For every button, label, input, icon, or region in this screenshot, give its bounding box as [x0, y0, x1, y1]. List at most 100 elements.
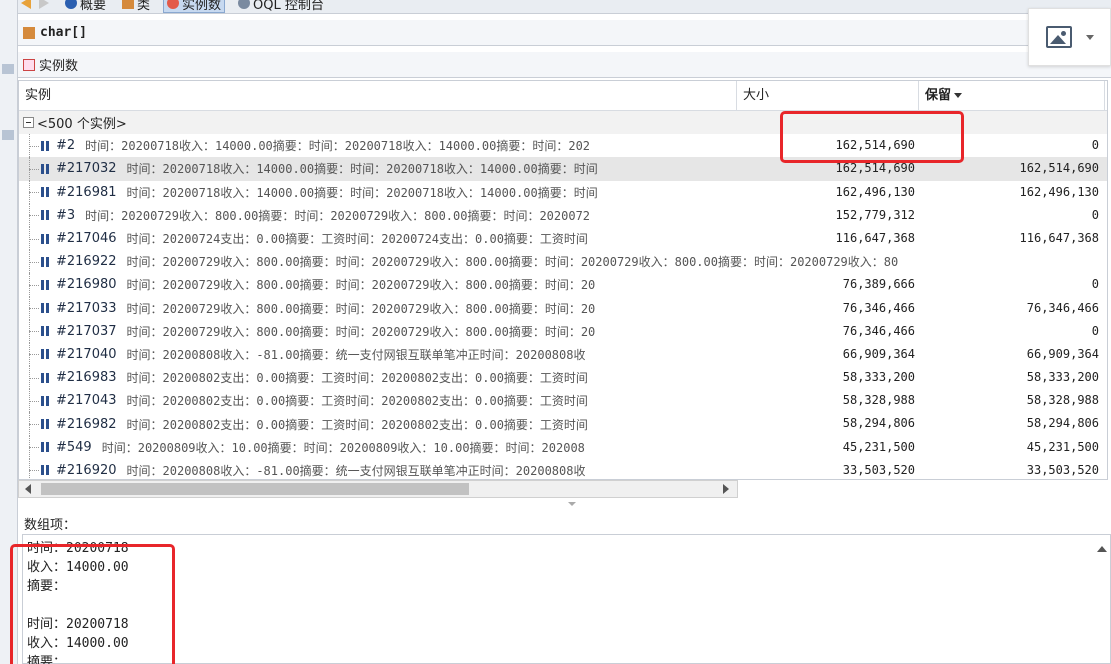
size-cell: 58,294,806	[842, 416, 915, 431]
array-items-text-area[interactable]: 时间：20200718 收入：14000.00 摘要： 时间：20200718 收入：1…	[22, 534, 1111, 664]
table-row[interactable]: #216981 时间：20200718收入：14000.00摘要：时间：20200…	[19, 180, 1107, 204]
instance-id: #217033	[56, 300, 117, 316]
size-cell: 152,779,312	[835, 207, 915, 222]
tab-summary-label: 概要	[80, 0, 107, 13]
instance-cell: #216920 时间：20200808收入：-81.00摘要：统一支付网银互联单笔…	[19, 458, 737, 479]
instance-cell: #216983 时间：20200802支出：0.00摘要：工资时间：2020080…	[19, 366, 737, 390]
class-icon	[23, 26, 35, 39]
instance-value: 时间：20200724支出：0.00摘要：工资时间：20200724支出：0.0…	[126, 232, 588, 247]
instance-cell: #216922 时间：20200729收入：800.00摘要：时间：2020072…	[19, 250, 1107, 274]
array-item-line: 时间：20200718	[27, 617, 129, 632]
tree-connector	[19, 226, 41, 251]
table-row[interactable]: #217032 时间：20200718收入：14000.00摘要：时间：20200…	[19, 157, 1107, 181]
table-row[interactable]: #217040 时间：20200808收入：-81.00摘要：统一支付网银互联单笔…	[19, 342, 1107, 367]
table-row[interactable]: #217037 时间：20200729收入：800.00摘要：时间：2020072…	[19, 319, 1107, 343]
instance-id: #217032	[56, 161, 117, 177]
table-row[interactable]: #216980 时间：20200729收入：800.00摘要：时间：2020072…	[19, 273, 1107, 297]
size-cell: 162,514,690	[835, 161, 915, 176]
table-row[interactable]: #217046 时间：20200724支出：0.00摘要：工资时间：2020072…	[19, 226, 1107, 251]
retained-cell: 58,328,988	[1026, 393, 1099, 408]
retained-cell: 33,503,520	[1026, 462, 1099, 477]
back-button[interactable]	[18, 0, 34, 13]
instance-icon	[41, 279, 53, 290]
table-header: 实例 大小 保留	[19, 81, 1107, 111]
table-row[interactable]: #217033 时间：20200729收入：800.00摘要：时间：2020072…	[19, 296, 1107, 320]
size-cell: 58,328,988	[842, 393, 915, 408]
instance-cell: #217037 时间：20200729收入：800.00摘要：时间：2020072…	[19, 319, 737, 343]
table-row[interactable]: #216983 时间：20200802支出：0.00摘要：工资时间：2020080…	[19, 366, 1107, 390]
retained-cell: 66,909,364	[1026, 346, 1099, 361]
table-row[interactable]: #216920 时间：20200808收入：-81.00摘要：统一支付网银互联单笔…	[19, 458, 1107, 479]
class-title: char[]	[40, 25, 87, 40]
instance-value: 时间：20200729收入：800.00摘要：时间：20200729收入：800…	[126, 278, 596, 293]
tab-classes[interactable]: 类	[119, 0, 153, 13]
tree-connector	[19, 296, 41, 320]
instance-value: 时间：20200729收入：800.00摘要：时间：20200729收入：800…	[85, 208, 591, 223]
instances-section-icon	[23, 58, 35, 71]
image-insert-button[interactable]	[1028, 8, 1111, 66]
table-row[interactable]: #3 时间：20200729收入：800.00摘要：时间：20200729收入：8…	[19, 203, 1107, 227]
retained-cell: 0	[1091, 138, 1099, 153]
column-header-size[interactable]: 大小	[737, 81, 919, 111]
instance-icon	[41, 303, 53, 314]
retained-cell: 116,647,368	[1019, 230, 1099, 245]
instance-id: #3	[56, 207, 76, 223]
scroll-up-icon[interactable]	[1097, 546, 1107, 552]
chevron-down-icon[interactable]	[1085, 34, 1094, 40]
instance-group-row[interactable]: <500 个实例>	[19, 111, 1107, 135]
section-title: 实例数	[39, 59, 79, 74]
retained-cell: 0	[1091, 323, 1099, 338]
scroll-right-icon[interactable]	[723, 484, 729, 494]
instance-cell: #2 时间：20200718收入：14000.00摘要：时间：20200718收入…	[19, 134, 737, 158]
instance-icon	[41, 233, 53, 244]
instance-icon	[41, 326, 53, 337]
array-item-line: 时间：20200718	[27, 541, 129, 556]
instance-icon	[41, 419, 53, 430]
array-item-line: 收入：14000.00	[27, 560, 129, 575]
size-cell: 45,231,500	[842, 439, 915, 454]
table-row[interactable]: #2 时间：20200718收入：14000.00摘要：时间：20200718收入…	[19, 134, 1107, 158]
table-row[interactable]: #549 时间：20200809收入：10.00摘要：时间：20200809收入：…	[19, 435, 1107, 459]
size-cell: 76,346,466	[842, 323, 915, 338]
instance-id: #216981	[56, 184, 117, 200]
splitter-handle-icon[interactable]	[568, 502, 576, 506]
column-header-instance[interactable]: 实例	[19, 81, 737, 111]
instance-value: 时间：20200809收入：10.00摘要：时间：20200809收入：10.0…	[101, 440, 585, 455]
size-cell: 66,909,364	[842, 346, 915, 361]
instance-value: 时间：20200808收入：-81.00摘要：统一支付网银互联单笔冲正时间：20…	[126, 347, 586, 362]
scroll-left-icon[interactable]	[25, 484, 31, 494]
instance-cell: #217032 时间：20200718收入：14000.00摘要：时间：20200…	[19, 157, 737, 181]
tree-connector	[19, 134, 41, 158]
size-cell: 58,333,200	[842, 370, 915, 385]
column-header-retained[interactable]: 保留	[919, 81, 1105, 111]
instances-section-header[interactable]: 实例数	[18, 52, 1111, 78]
instances-icon	[167, 0, 180, 9]
tab-summary[interactable]: 概要	[62, 0, 109, 13]
table-row[interactable]: #217043 时间：20200802支出：0.00摘要：工资时间：2020080…	[19, 389, 1107, 413]
tree-connector	[19, 366, 41, 390]
retained-cell: 162,496,130	[1019, 184, 1099, 199]
instance-value: 时间：20200802支出：0.00摘要：工资时间：20200802支出：0.0…	[126, 371, 588, 386]
instance-id: #2	[56, 138, 76, 154]
retained-cell: 58,294,806	[1026, 416, 1099, 431]
toolbar: 概要 类 实例数 OQL 控制台	[18, 0, 1111, 14]
array-items-label: 数组项：	[24, 518, 77, 533]
collapse-icon[interactable]	[23, 117, 34, 129]
instance-cell: #217040 时间：20200808收入：-81.00摘要：统一支付网银互联单笔…	[19, 342, 737, 367]
size-cell: 76,346,466	[842, 300, 915, 315]
scrollbar-thumb[interactable]	[41, 483, 469, 495]
table-row[interactable]: #216982 时间：20200802支出：0.00摘要：工资时间：2020080…	[19, 412, 1107, 436]
horizontal-scrollbar[interactable]	[18, 480, 738, 498]
image-icon	[1045, 26, 1072, 48]
forward-button[interactable]	[36, 0, 52, 13]
instances-table: 实例 大小 保留 <500 个实例> #2 时间：20200718收入：14000…	[18, 80, 1108, 480]
strip-marker	[2, 64, 14, 74]
tab-instances[interactable]: 实例数	[163, 0, 226, 13]
instance-cell: #217043 时间：20200802支出：0.00摘要：工资时间：2020080…	[19, 389, 737, 413]
instance-value: 时间：20200718收入：14000.00摘要：时间：20200718收入：1…	[126, 185, 598, 200]
tab-oql-console[interactable]: OQL 控制台	[235, 0, 327, 13]
instance-cell: #216981 时间：20200718收入：14000.00摘要：时间：20200…	[19, 180, 737, 204]
table-row[interactable]: #216922 时间：20200729收入：800.00摘要：时间：2020072…	[19, 250, 1107, 274]
forward-arrow-icon	[39, 0, 49, 9]
instance-cell: #549 时间：20200809收入：10.00摘要：时间：20200809收入：…	[19, 435, 737, 459]
